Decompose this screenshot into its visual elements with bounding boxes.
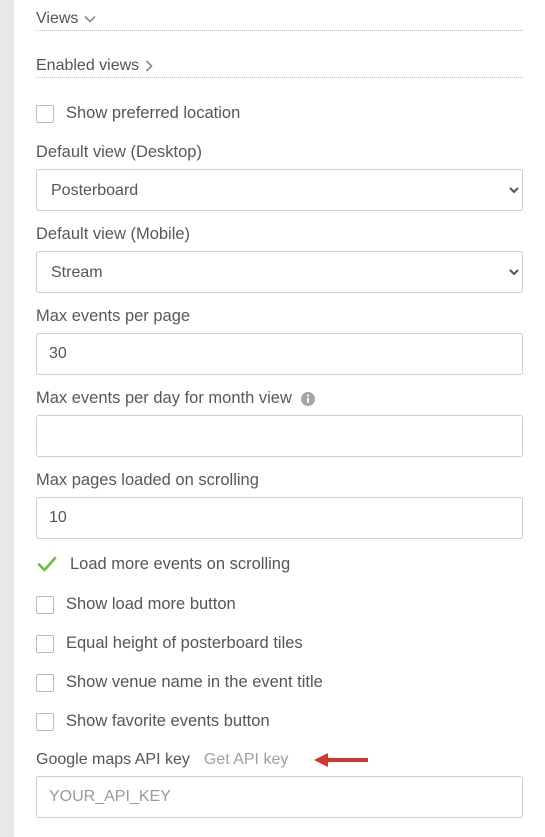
max-events-day-month-label: Max events per day for month view [36,389,523,408]
checkbox-label: Equal height of posterboard tiles [66,634,303,653]
checkbox-box-checked [36,553,58,575]
get-api-key-link[interactable]: Get API key [204,751,288,769]
max-events-day-month-input[interactable] [36,415,523,457]
max-events-page-label: Max events per page [36,307,523,326]
left-gutter [0,0,14,837]
google-maps-api-label-row: Google maps API key Get API key [36,751,523,769]
show-venue-in-title-checkbox[interactable]: Show venue name in the event title [36,673,523,692]
enabled-views-link[interactable]: Enabled views [36,57,523,78]
info-icon[interactable] [300,391,316,407]
chevron-down-icon [84,15,96,23]
show-favorite-button-checkbox[interactable]: Show favorite events button [36,712,523,731]
checkbox-box [36,596,54,614]
default-view-mobile-select[interactable]: Stream [36,251,523,293]
equal-height-tiles-checkbox[interactable]: Equal height of posterboard tiles [36,634,523,653]
checkbox-box [36,713,54,731]
views-label: Views [36,10,78,28]
checkbox-label: Show preferred location [66,104,240,123]
checkbox-box [36,105,54,123]
default-view-desktop-label: Default view (Desktop) [36,143,523,162]
checkbox-box [36,635,54,653]
views-collapse-toggle[interactable]: Views [36,10,523,31]
chevron-right-icon [145,60,153,72]
show-load-more-button-checkbox[interactable]: Show load more button [36,595,523,614]
checkbox-label: Load more events on scrolling [70,555,290,574]
checkbox-label: Show favorite events button [66,712,270,731]
max-events-page-input[interactable] [36,333,523,375]
show-preferred-location-checkbox[interactable]: Show preferred location [36,104,523,123]
google-maps-api-label: Google maps API key [36,751,190,769]
settings-panel: Views Enabled views Show preferred locat… [14,0,545,837]
arrow-annotation-icon [314,751,370,769]
google-maps-api-key-input[interactable] [36,776,523,818]
default-view-mobile-label: Default view (Mobile) [36,225,523,244]
checkbox-label: Show venue name in the event title [66,673,323,692]
checkbox-box [36,674,54,692]
max-pages-scroll-label: Max pages loaded on scrolling [36,471,523,490]
check-icon [36,553,58,575]
max-pages-scroll-input[interactable] [36,497,523,539]
load-more-on-scroll-checkbox[interactable]: Load more events on scrolling [36,553,523,575]
enabled-views-label: Enabled views [36,57,139,75]
default-view-desktop-select[interactable]: Posterboard [36,169,523,211]
checkbox-label: Show load more button [66,595,236,614]
